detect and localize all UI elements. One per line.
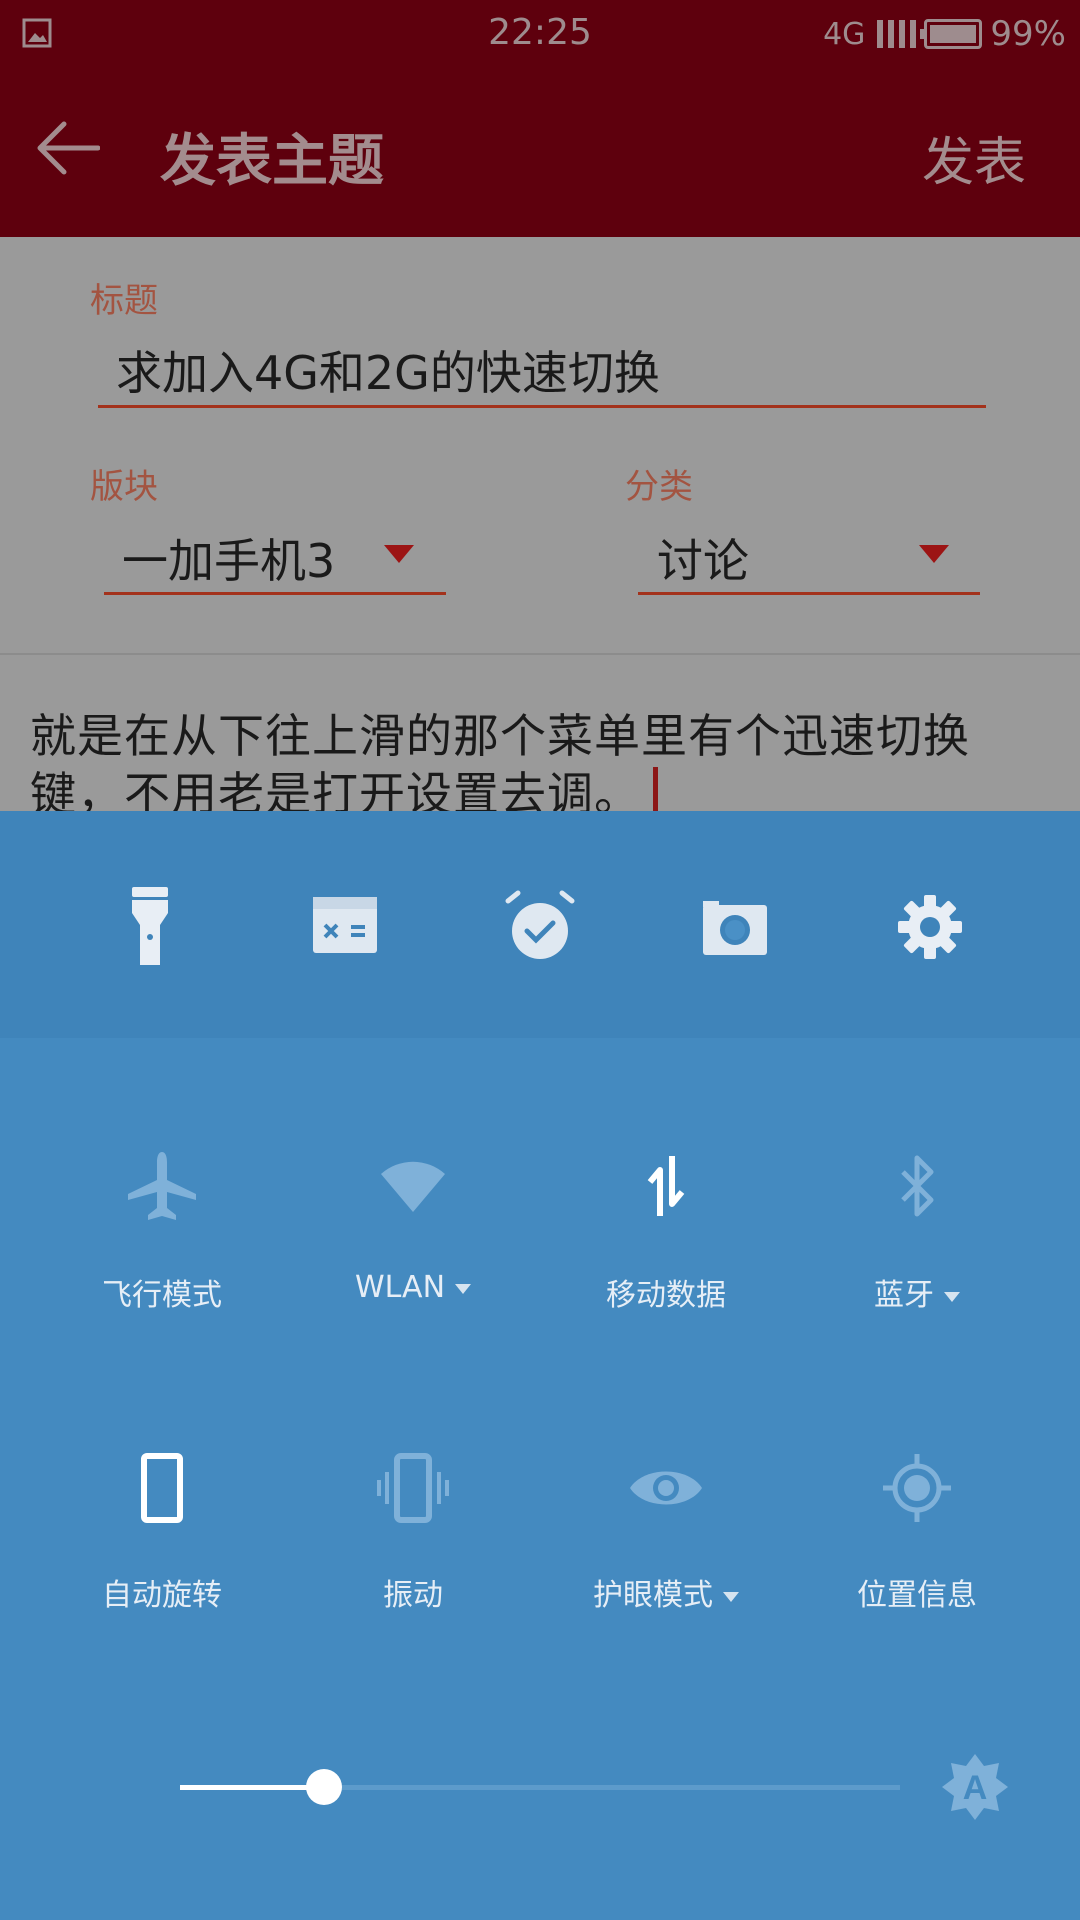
toggle-label: 移动数据 <box>606 1278 726 1313</box>
alarm-clock-icon[interactable] <box>500 887 580 967</box>
camera-icon[interactable] <box>695 887 775 967</box>
chevron-down-icon[interactable] <box>944 1291 960 1302</box>
quick-settings-panel <box>0 811 1080 1920</box>
bluetooth-icon <box>901 1155 934 1217</box>
toggle-label: 位置信息 <box>857 1578 977 1613</box>
chevron-down-icon[interactable] <box>455 1283 472 1294</box>
category-select[interactable]: 讨论 <box>657 525 749 591</box>
toggle-label: 飞行模式 <box>102 1278 222 1313</box>
text-caret <box>653 767 658 811</box>
auto-rotate-icon <box>141 1453 183 1523</box>
mobile-data-icon <box>647 1156 685 1216</box>
board-select[interactable]: 一加手机3 <box>122 525 335 591</box>
app-bar: 发表主题 发表 <box>0 68 1080 237</box>
slider-fill <box>180 1785 324 1790</box>
calculator-icon[interactable] <box>305 887 385 967</box>
toggle-label: 蓝牙 <box>874 1278 934 1313</box>
category-label: 分类 <box>625 467 693 507</box>
airplane-icon <box>128 1152 196 1220</box>
toggle-label: 振动 <box>383 1578 443 1613</box>
shortcut-row <box>0 811 1080 1038</box>
auto-brightness-icon[interactable]: A <box>940 1752 1010 1822</box>
flashlight-icon[interactable] <box>110 887 190 967</box>
title-underline <box>98 405 986 408</box>
board-label: 版块 <box>90 467 158 507</box>
battery-icon <box>920 19 983 49</box>
location-icon <box>883 1454 951 1522</box>
post-form: 标题 求加入4G和2G的快速切换 版块 一加手机3 分类 讨论 <box>0 237 1080 655</box>
toggle-label: 自动旋转 <box>102 1578 222 1613</box>
content-text[interactable]: 就是在从下往上滑的那个菜单里有个迅速切换键，不用老是打开设置去调。 <box>30 707 1040 811</box>
chevron-down-icon[interactable] <box>723 1591 739 1602</box>
toggle-label: WLAN <box>354 1270 446 1305</box>
brightness-low-icon <box>0 1787 1080 1847</box>
board-dropdown-icon[interactable] <box>384 545 414 563</box>
network-type: 4G <box>823 16 866 52</box>
category-underline <box>638 592 980 595</box>
title-label: 标题 <box>90 281 158 321</box>
battery-percent: 99% <box>990 14 1066 54</box>
publish-button[interactable]: 发表 <box>922 120 1026 195</box>
toggle-label: 护眼模式 <box>593 1578 713 1613</box>
content-editor[interactable]: 就是在从下往上滑的那个菜单里有个迅速切换键，不用老是打开设置去调。 <box>0 657 1080 811</box>
wifi-icon <box>381 1161 445 1212</box>
back-arrow-icon[interactable] <box>36 120 100 176</box>
board-underline <box>104 592 446 595</box>
status-bar: 22:25 4G 99% <box>0 0 1080 68</box>
category-dropdown-icon[interactable] <box>919 545 949 563</box>
page-title: 发表主题 <box>160 129 384 194</box>
auto-brightness-letter: A <box>963 1769 988 1807</box>
eye-icon <box>630 1471 702 1505</box>
signal-icon <box>877 20 917 48</box>
vibrate-icon <box>377 1453 449 1523</box>
slider-thumb[interactable] <box>306 1769 342 1805</box>
settings-gear-icon[interactable] <box>890 887 970 967</box>
title-input[interactable]: 求加入4G和2G的快速切换 <box>116 337 660 403</box>
